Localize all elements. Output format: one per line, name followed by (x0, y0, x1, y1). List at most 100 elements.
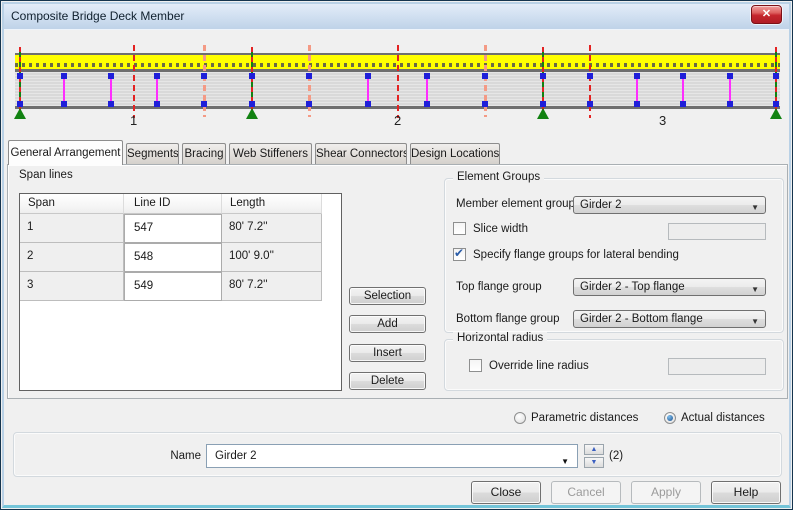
tab-general-arrangement[interactable]: General Arrangement (8, 140, 123, 165)
span-lines-group-label: Span lines (19, 169, 73, 181)
bottom-flange-group-label: Bottom flange group (456, 313, 560, 325)
member-element-group-dropdown[interactable]: Girder 2 ▼ (573, 196, 766, 214)
node-marker (773, 101, 779, 107)
node-marker (680, 101, 686, 107)
node-marker (154, 101, 160, 107)
bracing-line (682, 78, 684, 103)
chevron-down-icon: ▼ (751, 200, 759, 216)
span-lines-table[interactable]: Span Line ID Length 1 547 80' 7.2'' 2 54… (19, 193, 342, 391)
column-header-line-id: Line ID (124, 194, 222, 214)
node-marker (540, 101, 546, 107)
top-flange-group-label: Top flange group (456, 281, 542, 293)
node-marker (587, 73, 593, 79)
node-marker (773, 73, 779, 79)
actual-distances-radio[interactable] (664, 412, 676, 424)
node-marker (154, 73, 160, 79)
checkmark-icon: ✔ (454, 246, 464, 260)
parametric-distances-label: Parametric distances (531, 412, 638, 424)
close-button[interactable]: ✕ (751, 5, 782, 24)
name-count: (2) (609, 450, 623, 462)
chevron-down-icon: ▼ (751, 314, 759, 330)
node-marker (61, 73, 67, 79)
bracing-line (636, 78, 638, 103)
cell-length-2: 100' 9.0'' (222, 243, 322, 272)
slice-width-field (668, 223, 766, 240)
support-triangle-icon (770, 108, 782, 119)
cancel-button: Cancel (551, 481, 621, 504)
node-marker (365, 101, 371, 107)
apply-button: Apply (631, 481, 701, 504)
node-marker (540, 73, 546, 79)
cell-line-id-1[interactable]: 547 (124, 214, 222, 243)
horizontal-radius-label: Horizontal radius (453, 332, 547, 344)
tab-design-locations[interactable]: Design Locations (410, 143, 500, 165)
override-line-radius-checkbox[interactable] (469, 359, 482, 372)
close-dialog-button[interactable]: Close (471, 481, 541, 504)
node-marker (634, 73, 640, 79)
column-header-length: Length (222, 194, 322, 214)
node-marker (61, 101, 67, 107)
cell-span-2: 2 (20, 243, 124, 272)
node-marker (306, 73, 312, 79)
add-button[interactable]: Add (349, 315, 426, 333)
bridge-elevation-diagram: 123 (1, 30, 793, 140)
specify-flange-groups-checkbox[interactable]: ✔ (453, 248, 466, 261)
column-header-span: Span (20, 194, 124, 214)
bracing-line (110, 78, 112, 103)
node-marker (249, 101, 255, 107)
window-title: Composite Bridge Deck Member (11, 9, 184, 23)
chevron-down-icon: ▼ (561, 451, 569, 473)
actual-distances-label: Actual distances (681, 412, 765, 424)
slice-width-checkbox[interactable] (453, 222, 466, 235)
tab-web-stiffeners[interactable]: Web Stiffeners (229, 143, 312, 165)
spinner-up-button[interactable]: ▲ (584, 444, 604, 455)
bracing-line (426, 78, 428, 103)
node-marker (17, 101, 23, 107)
bracing-line (729, 78, 731, 103)
span-number-label: 3 (659, 113, 666, 128)
node-marker (727, 73, 733, 79)
name-spinner: ▲ ▼ (584, 444, 604, 468)
tab-bracing[interactable]: Bracing (182, 143, 226, 165)
cell-span-3: 3 (20, 272, 124, 301)
span-number-label: 1 (130, 113, 137, 128)
name-combobox[interactable]: Girder 2 ▼ (206, 444, 578, 468)
node-marker (17, 73, 23, 79)
node-marker (365, 73, 371, 79)
tab-segments[interactable]: Segments (126, 143, 179, 165)
override-line-radius-field (668, 358, 766, 375)
insert-button[interactable]: Insert (349, 344, 426, 362)
node-marker (306, 101, 312, 107)
composite-bridge-deck-member-dialog: Composite Bridge Deck Member ✕ 123 Gener… (0, 0, 793, 510)
support-triangle-icon (537, 108, 549, 119)
node-marker (587, 101, 593, 107)
top-flange-group-dropdown[interactable]: Girder 2 - Top flange ▼ (573, 278, 766, 296)
node-marker (249, 73, 255, 79)
selection-button[interactable]: Selection (349, 287, 426, 305)
cell-line-id-3[interactable]: 549 (124, 272, 222, 301)
arrow-up-icon: ▲ (591, 446, 598, 453)
node-marker (680, 73, 686, 79)
delete-button[interactable]: Delete (349, 372, 426, 390)
spinner-down-button[interactable]: ▼ (584, 457, 604, 468)
node-marker (482, 73, 488, 79)
bottom-flange-group-dropdown[interactable]: Girder 2 - Bottom flange ▼ (573, 310, 766, 328)
cell-span-1: 1 (20, 214, 124, 243)
name-label: Name (141, 450, 201, 462)
span-location-line (589, 45, 591, 118)
close-icon: ✕ (762, 8, 771, 20)
slice-width-label: Slice width (473, 223, 528, 235)
span-location-line (133, 45, 135, 118)
help-button[interactable]: Help (711, 481, 781, 504)
parametric-distances-radio[interactable] (514, 412, 526, 424)
node-marker (424, 73, 430, 79)
node-marker (482, 101, 488, 107)
member-element-group-label: Member element group (456, 198, 575, 210)
arrow-down-icon: ▼ (591, 459, 598, 466)
bracing-line (156, 78, 158, 103)
title-bar[interactable]: Composite Bridge Deck Member (2, 2, 791, 30)
node-marker (201, 73, 207, 79)
tab-shear-connectors[interactable]: Shear Connectors (315, 143, 407, 165)
cell-line-id-2[interactable]: 548 (124, 243, 222, 272)
span-location-line (397, 45, 399, 118)
